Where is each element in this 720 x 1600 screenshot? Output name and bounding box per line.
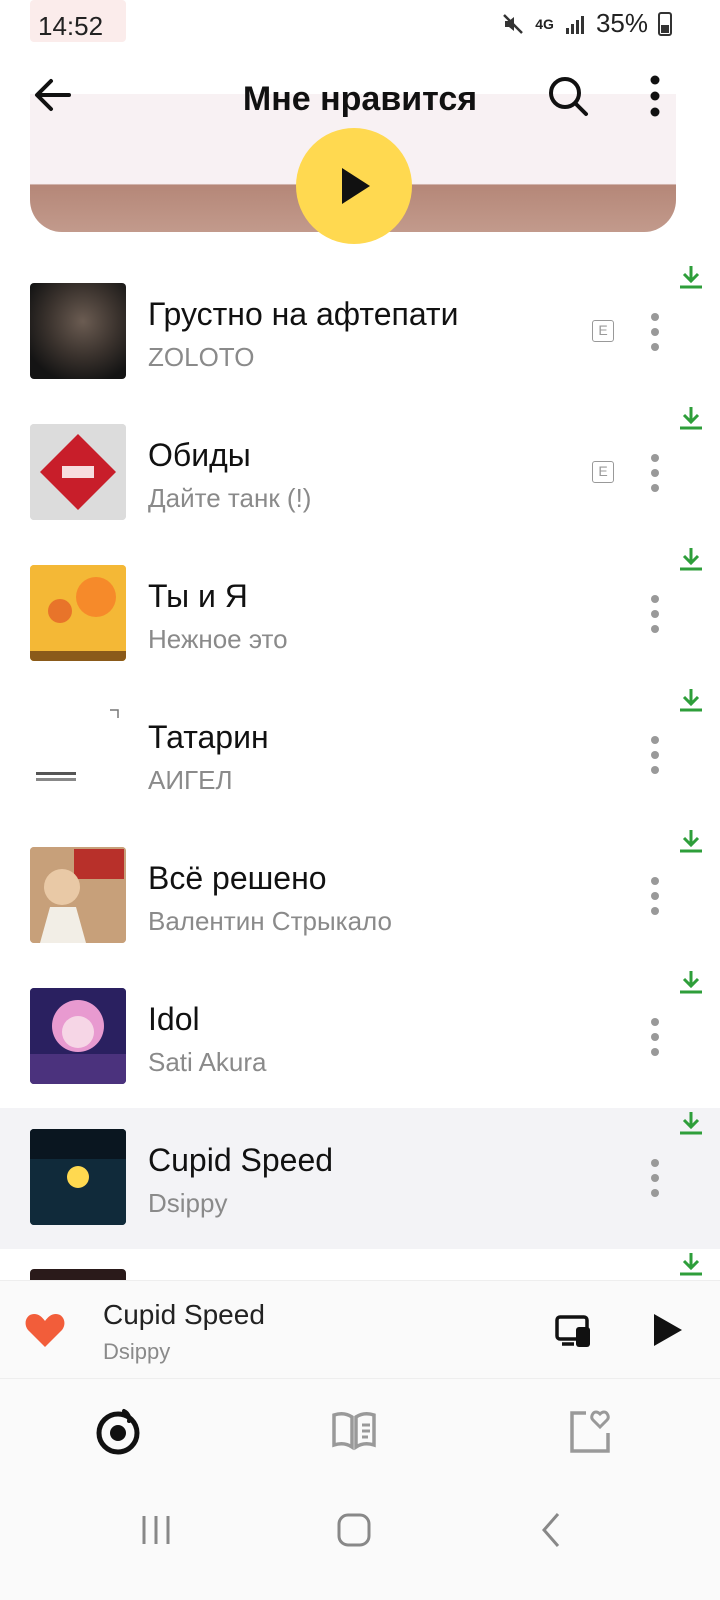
track-row[interactable]: Грустно на афтепати ZOLOTO E — [0, 262, 720, 403]
downloaded-icon — [680, 830, 702, 853]
now-playing-indicator — [67, 1166, 89, 1188]
track-row[interactable]: Обиды Дайте танк (!) E — [0, 403, 720, 544]
search-icon — [549, 77, 588, 116]
status-icons: 4G 35% — [501, 8, 672, 39]
downloaded-icon — [680, 548, 702, 571]
battery-percent: 35% — [595, 8, 648, 38]
album-art-anime — [30, 988, 126, 1084]
downloaded-icon — [680, 266, 702, 289]
downloaded-icon — [680, 407, 702, 430]
mini-player-play-icon[interactable] — [650, 1311, 684, 1349]
play-icon — [342, 168, 370, 204]
track-title: Ты и Я — [148, 578, 248, 614]
track-title: Idol — [148, 1001, 200, 1037]
track-artist: Нежное это — [148, 624, 288, 654]
page-title: Мне нравится — [242, 80, 478, 118]
track-more-icon[interactable] — [645, 312, 665, 352]
downloaded-icon — [680, 1112, 702, 1135]
track-title: Cupid Speed — [148, 1142, 334, 1178]
downloaded-icon — [680, 1253, 702, 1276]
favorites-icon[interactable] — [566, 1407, 614, 1455]
library-icon[interactable] — [330, 1407, 378, 1455]
track-cover — [30, 1269, 126, 1280]
track-row[interactable]: Ты и Я Нежное это — [0, 544, 720, 685]
album-art-dark — [30, 1129, 126, 1225]
mini-player[interactable]: Cupid Speed Dsippy — [0, 1280, 720, 1378]
track-artist: Dsippy — [148, 1188, 228, 1218]
track-cover — [30, 565, 126, 661]
downloaded-icon — [680, 971, 702, 994]
track-cover — [30, 847, 126, 943]
track-row-partial[interactable] — [0, 1249, 720, 1280]
downloaded-icon — [680, 689, 702, 712]
mini-player-artist: Dsippy — [103, 1339, 171, 1364]
heart-icon[interactable] — [24, 1311, 66, 1349]
device-connect-icon[interactable] — [554, 1311, 594, 1351]
mute-icon — [503, 13, 524, 34]
album-art-diamond — [30, 424, 126, 520]
recents-icon[interactable] — [136, 1510, 176, 1550]
track-cover — [30, 706, 126, 802]
track-more-icon[interactable] — [645, 453, 665, 493]
track-more-icon[interactable] — [645, 594, 665, 634]
track-cover — [30, 988, 126, 1084]
radio-icon[interactable] — [94, 1407, 142, 1455]
track-list: Грустно на афтепати ZOLOTO E Обиды Дайте… — [0, 262, 720, 1280]
track-more-icon[interactable] — [645, 1158, 665, 1198]
track-more-icon[interactable] — [645, 876, 665, 916]
mini-player-title: Cupid Speed — [103, 1299, 265, 1330]
track-cover — [30, 424, 126, 520]
track-artist: Sati Akura — [148, 1047, 267, 1077]
album-art-minimal — [30, 706, 126, 802]
network-label: 4G — [535, 15, 554, 32]
explicit-badge: E — [592, 461, 614, 483]
play-playlist-button[interactable] — [296, 128, 412, 244]
track-title: Всё решено — [148, 860, 327, 896]
track-artist: АИГЕЛ — [148, 765, 233, 795]
back-icon[interactable] — [532, 1510, 572, 1550]
track-row[interactable]: Всё решено Валентин Стрыкало — [0, 826, 720, 967]
status-bar: 14:52 4G 35% — [0, 0, 720, 52]
album-art-orange — [30, 565, 126, 661]
playlist-header: Мне нравится — [0, 52, 720, 252]
track-title: Обиды — [148, 437, 251, 473]
track-cover — [30, 283, 126, 379]
track-artist: ZOLOTO — [148, 342, 255, 372]
bottom-navigation — [0, 1378, 720, 1476]
track-more-icon[interactable] — [645, 735, 665, 775]
track-more-icon[interactable] — [645, 1017, 665, 1057]
album-art-retro — [30, 847, 126, 943]
track-artist: Валентин Стрыкало — [148, 906, 392, 936]
track-row[interactable]: Татарин АИГЕЛ — [0, 685, 720, 826]
track-cover — [30, 1129, 126, 1225]
more-options-button[interactable] — [640, 74, 670, 118]
battery-icon — [658, 11, 672, 36]
track-title: Татарин — [148, 719, 269, 755]
track-artist: Дайте танк (!) — [148, 483, 312, 513]
home-icon[interactable] — [334, 1510, 374, 1550]
status-time: 14:52 — [30, 0, 126, 42]
track-title: Грустно на афтепати — [148, 296, 459, 332]
explicit-badge: E — [592, 320, 614, 342]
more-vertical-icon — [650, 75, 660, 117]
track-row-playing[interactable]: Cupid Speed Dsippy — [0, 1108, 720, 1249]
signal-icon — [565, 15, 584, 34]
system-navigation-bar — [0, 1476, 720, 1600]
search-button[interactable] — [546, 74, 590, 118]
track-row[interactable]: Idol Sati Akura — [0, 967, 720, 1108]
